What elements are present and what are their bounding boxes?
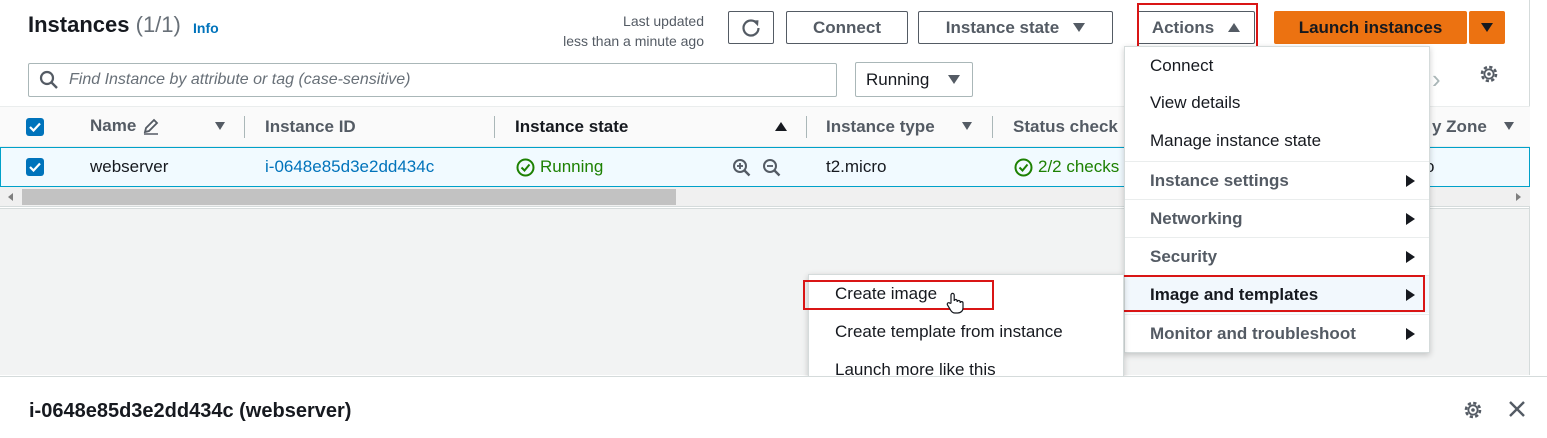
zoom-out-button[interactable]	[762, 158, 781, 182]
hand-cursor-icon	[946, 292, 964, 319]
submenu-item-create-template[interactable]: Create template from instance	[809, 313, 1123, 351]
zoom-in-button[interactable]	[732, 158, 751, 182]
column-name-label: Name	[90, 116, 137, 135]
refresh-icon	[742, 18, 760, 37]
menu-item-label: Monitor and troubleshoot	[1150, 323, 1356, 343]
column-divider[interactable]	[494, 116, 495, 138]
sort-ascending-icon[interactable]	[775, 122, 787, 131]
column-instance-id[interactable]: Instance ID	[265, 117, 356, 137]
column-instance-type[interactable]: Instance type	[826, 117, 935, 137]
edit-pencil-icon	[144, 118, 159, 135]
next-page-icon[interactable]: ›	[1432, 64, 1441, 95]
sort-caret-icon[interactable]	[1504, 122, 1514, 130]
submenu-arrow-icon	[1406, 174, 1415, 187]
last-updated-label: Last updated	[623, 13, 704, 29]
search-placeholder: Find Instance by attribute or tag (case-…	[69, 71, 411, 88]
submenu-arrow-icon	[1406, 212, 1415, 225]
caret-down-icon	[1481, 23, 1493, 32]
menu-item-label: Networking	[1150, 208, 1243, 228]
menu-item-label: Security	[1150, 246, 1218, 266]
menu-item-networking[interactable]: Networking	[1125, 199, 1429, 237]
submenu-item-label: Create template from instance	[835, 322, 1063, 341]
menu-item-label: Instance settings	[1150, 170, 1289, 190]
close-icon	[1509, 401, 1525, 417]
state-filter-select[interactable]: Running	[855, 62, 973, 97]
menu-item-manage-instance-state[interactable]: Manage instance state	[1125, 122, 1429, 160]
sort-caret-icon[interactable]	[962, 122, 972, 130]
details-title: i-0648e85d3e2dd434c (webserver)	[29, 400, 352, 422]
image-templates-highlight	[1120, 275, 1425, 312]
search-input[interactable]: Find Instance by attribute or tag (case-…	[28, 63, 837, 97]
column-instance-state[interactable]: Instance state	[515, 117, 628, 137]
launch-options-dropdown[interactable]	[1469, 11, 1505, 44]
submenu-arrow-icon	[1406, 327, 1415, 340]
scroll-left-arrow-icon[interactable]	[8, 193, 13, 201]
menu-item-label: Manage instance state	[1150, 131, 1322, 150]
row-status-text: 2/2 checks	[1038, 157, 1120, 176]
row-name: webserver	[90, 157, 169, 176]
column-divider[interactable]	[992, 116, 993, 138]
column-name[interactable]: Name	[90, 116, 160, 136]
close-details-button[interactable]	[1507, 399, 1527, 424]
row-checkbox[interactable]	[26, 158, 44, 176]
menu-item-security[interactable]: Security	[1125, 237, 1429, 275]
last-updated: Last updated less than a minute ago	[540, 11, 704, 51]
menu-item-label: View details	[1150, 93, 1241, 112]
gear-icon	[1464, 401, 1482, 419]
menu-item-monitor-and-troubleshoot[interactable]: Monitor and troubleshoot	[1125, 314, 1429, 352]
status-ok-icon	[1014, 158, 1033, 176]
last-updated-value: less than a minute ago	[563, 33, 704, 49]
instance-state-dropdown[interactable]: Instance state	[918, 11, 1113, 44]
row-instance-state: Running	[516, 157, 603, 177]
details-panel: i-0648e85d3e2dd434c (webserver)	[0, 376, 1547, 438]
search-icon	[39, 70, 58, 89]
row-instance-id-link[interactable]: i-0648e85d3e2dd434c	[265, 157, 434, 177]
select-all-checkbox[interactable]	[26, 118, 44, 136]
menu-item-label: Connect	[1150, 56, 1214, 75]
row-instance-type: t2.micro	[826, 157, 887, 176]
page-title: Instances (1/1)	[28, 12, 181, 38]
menu-item-connect[interactable]: Connect	[1125, 47, 1429, 85]
column-divider[interactable]	[806, 116, 807, 138]
table-settings-button[interactable]	[1478, 63, 1500, 90]
submenu-arrow-icon	[1406, 250, 1415, 263]
caret-down-icon	[948, 75, 960, 84]
status-ok-icon	[516, 158, 535, 176]
refresh-button[interactable]	[728, 11, 774, 44]
scrollbar-thumb[interactable]	[22, 189, 676, 205]
row-state-text: Running	[540, 157, 604, 176]
create-image-highlight	[803, 280, 994, 310]
launch-instances-button[interactable]: Launch instances	[1274, 11, 1467, 44]
check-icon	[29, 122, 41, 132]
column-divider[interactable]	[244, 116, 245, 138]
details-settings-button[interactable]	[1462, 399, 1484, 426]
instance-state-label: Instance state	[945, 17, 1060, 37]
menu-item-instance-settings[interactable]: Instance settings	[1125, 161, 1429, 199]
state-filter-value: Running	[866, 69, 930, 89]
check-icon	[29, 162, 41, 172]
zoom-out-icon	[763, 159, 781, 177]
page-title-text: Instances	[28, 12, 130, 37]
instance-count: (1/1)	[135, 12, 181, 37]
info-link[interactable]: Info	[193, 20, 219, 36]
column-status-check[interactable]: Status check	[1013, 117, 1118, 137]
zoom-in-icon	[733, 159, 751, 177]
column-availability-zone[interactable]: y Zone	[1432, 117, 1487, 137]
scroll-right-arrow-icon[interactable]	[1516, 193, 1521, 201]
menu-item-view-details[interactable]: View details	[1125, 84, 1429, 122]
caret-down-icon	[1073, 23, 1086, 32]
sort-caret-icon[interactable]	[215, 122, 225, 130]
row-status-check: 2/2 checks	[1014, 157, 1119, 177]
gear-icon	[1480, 65, 1498, 83]
connect-button[interactable]: Connect	[786, 11, 908, 44]
